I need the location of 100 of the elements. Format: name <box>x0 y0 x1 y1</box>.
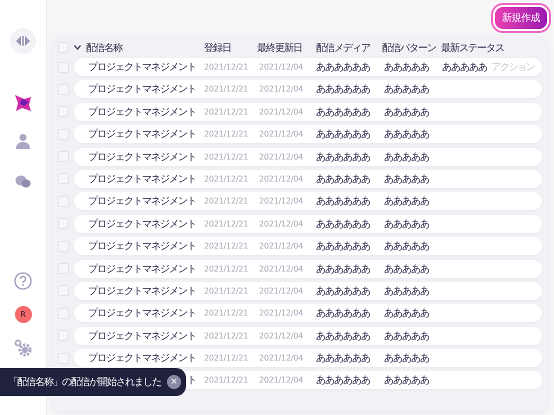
table-cell: 2021/12/21 <box>204 152 248 162</box>
chat-icon[interactable] <box>15 175 31 189</box>
table-cell-text: あああああ <box>384 374 429 388</box>
column-header: 配信メディア <box>316 42 370 54</box>
table-cell-text: プロジェクトマネジメント <box>88 306 196 320</box>
table-cell-text: あああああ <box>384 128 429 142</box>
table-cell-text: ああああああ <box>316 106 370 119</box>
table-cell-text: あああああ <box>442 61 487 74</box>
table-row[interactable]: プロジェクトマネジメント 2021/12/21 2021/12/04 ああああああ あああああ <box>74 192 542 210</box>
table-cell-text: プロジェクトマネジメント <box>88 262 196 276</box>
table-cell-text: プロジェクトマネジメント <box>88 194 196 208</box>
table-cell-text: プロジェクトマネジメント <box>88 284 196 298</box>
collapse-button[interactable] <box>10 28 36 54</box>
table-cell-text: ああああああ <box>316 262 370 276</box>
person-icon[interactable] <box>15 133 31 149</box>
table-cell: 2021/12/21 <box>204 308 248 318</box>
table-cell-text: プロジェクトマネジメント <box>88 128 196 142</box>
table-cell: 2021/12/21 <box>204 376 248 385</box>
table-cell-text: ああああああ <box>316 128 370 142</box>
table-row[interactable]: プロジェクトマネジメント 2021/12/21 2021/12/04 ああああああ あああああ <box>74 148 542 166</box>
table-cell-text: ああああああ <box>316 195 370 208</box>
table-cell-text: あああああ <box>384 330 429 343</box>
table-cell-text: あああああ <box>384 106 429 119</box>
table-row[interactable]: プロジェクトマネジメント 2021/12/21 2021/12/04 ああああああ あああああ <box>74 170 542 188</box>
table-row[interactable]: プロジェクトマネジメント 2021/12/21 2021/12/04 ああああああ あああああ あああああ アクション <box>74 58 542 76</box>
table-cell-text: ああああああ <box>316 218 370 231</box>
table-cell: 2021/12/04 <box>259 174 304 184</box>
table-cell: 2021/12/04 <box>259 219 304 228</box>
table-cell: 2021/12/21 <box>204 331 248 340</box>
table-cell-text: ト <box>187 374 196 388</box>
column-header: 配信パターン <box>382 42 436 54</box>
table-cell-text: プロジェクトマネジメント <box>88 82 196 96</box>
table-cell-text: プロジェクトマネジメント <box>88 352 196 366</box>
user-avatar[interactable]: R <box>14 306 32 323</box>
table-cell-text: あああああ <box>384 284 429 298</box>
table-row[interactable]: プロジェクトマネジメント 2021/12/21 2021/12/04 ああああああ あああああ <box>74 214 542 233</box>
table-cell: 2021/12/04 <box>259 107 304 116</box>
table-cell-text: プロジェクトマネジメント <box>88 240 196 254</box>
table-cell-text: あああああ <box>384 240 429 254</box>
table-row[interactable]: プロジェクトマネジメント 2021/12/21 2021/12/04 ああああああ あああああ <box>74 102 542 121</box>
table-cell-text: ああああああ <box>316 240 370 254</box>
table-cell: 2021/12/21 <box>204 107 248 116</box>
table-cell: 2021/12/04 <box>259 152 304 162</box>
table-cell: 2021/12/04 <box>259 84 304 94</box>
table-cell: 2021/12/21 <box>204 264 248 274</box>
table-cell: 2021/12/04 <box>259 331 304 340</box>
table-cell: 2021/12/04 <box>259 242 304 251</box>
table-cell: 2021/12/21 <box>204 242 248 251</box>
table-row[interactable]: プロジェクトマネジメント 2021/12/21 2021/12/04 ああああああ あああああ <box>74 304 542 322</box>
table-cell-text: あああああ <box>384 218 429 231</box>
create-button[interactable]: 新規作成 <box>495 6 547 28</box>
table-cell-text: プロジェクトマネジメント <box>88 106 196 119</box>
column-header: 最新ステータス <box>441 42 504 54</box>
table-cell-text: ああああああ <box>316 352 370 366</box>
table-cell: 2021/12/04 <box>259 196 304 206</box>
table-cell-text: ああああああ <box>316 172 370 186</box>
table-cell-text: ああああああ <box>316 83 370 96</box>
table-cell-text: あああああ <box>384 352 429 366</box>
table-cell-text: プロジェクトマネジメント <box>88 60 196 74</box>
table-cell-text: あああああ <box>384 307 429 320</box>
table-cell: 2021/12/04 <box>259 354 304 363</box>
table-row[interactable]: プロジェクトマネジメント 2021/12/21 2021/12/04 ああああああ あああああ <box>74 237 542 256</box>
table-cell-text: あああああ <box>384 150 429 164</box>
table-cell: 2021/12/04 <box>259 264 304 274</box>
table-cell: 2021/12/21 <box>204 174 248 184</box>
column-header: 最終更新日 <box>257 42 302 54</box>
table-cell-text: あああああ <box>384 195 429 208</box>
settings-icon[interactable] <box>14 339 32 357</box>
table-cell-text: ああああああ <box>316 307 370 320</box>
table-cell: 2021/12/21 <box>204 219 248 228</box>
table-cell: 2021/12/21 <box>204 62 248 72</box>
table-cell-text: ああああああ <box>316 150 370 164</box>
table-cell-text: ああああああ <box>316 330 370 343</box>
table-cell-text: ああああああ <box>316 284 370 298</box>
table-cell: 2021/12/21 <box>204 354 248 363</box>
table-cell: 2021/12/04 <box>259 62 304 72</box>
table-row[interactable]: プロジェクトマネジメント 2021/12/21 2021/12/04 ああああああ あああああ <box>74 326 542 345</box>
table-cell-text: ああああああ <box>316 374 370 388</box>
table-cell-text: あああああ <box>384 172 429 186</box>
table-row[interactable]: プロジェクトマネジメント 2021/12/21 2021/12/04 ああああああ あああああ <box>74 125 542 144</box>
table-row[interactable]: プロジェクトマネジメント 2021/12/21 2021/12/04 ああああああ あああああ <box>74 282 542 300</box>
chevron-down-icon[interactable] <box>74 45 81 50</box>
column-header: 配信名称 <box>86 42 122 54</box>
table-cell: 2021/12/21 <box>204 130 248 139</box>
table-cell-text: プロジェクトマネジメント <box>88 150 196 164</box>
table-row[interactable]: プロジェクトマネジメント 2021/12/21 2021/12/04 ああああああ あああああ <box>74 349 542 368</box>
table-cell-text: あああああ <box>384 262 429 276</box>
table-row[interactable]: プロジェクトマネジメント 2021/12/21 2021/12/04 ああああああ あああああ <box>74 260 542 278</box>
table-cell: 2021/12/21 <box>204 84 248 94</box>
table-row[interactable]: プロジェクトマネジメント 2021/12/21 2021/12/04 ああああああ あああああ <box>74 80 542 98</box>
table-cell-text: あああああ <box>384 61 429 74</box>
table-cell-text: プロジェクトマネジメント <box>88 172 196 186</box>
logo-icon[interactable] <box>13 93 33 113</box>
collapse-icon <box>15 36 31 46</box>
table-cell-text: プロジェクトマネジメント <box>88 218 196 231</box>
table-cell: 2021/12/21 <box>204 196 248 206</box>
table-cell: 2021/12/04 <box>259 308 304 318</box>
help-icon[interactable] <box>14 272 32 290</box>
table-cell: 2021/12/04 <box>259 130 304 139</box>
table-cell-text: ああああああ <box>316 61 370 74</box>
